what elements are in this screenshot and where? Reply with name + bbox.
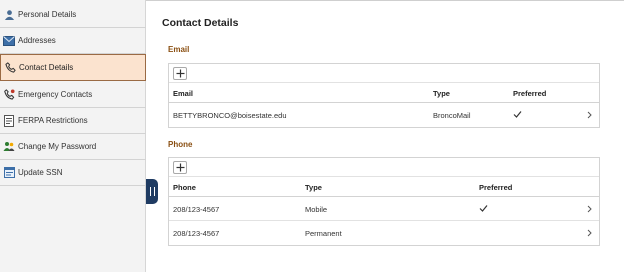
- preferred-check-icon: [513, 111, 522, 118]
- phone-icon: [4, 62, 16, 74]
- email-header-row: Email Type Preferred: [169, 83, 599, 103]
- envelope-icon: [3, 35, 15, 47]
- email-grid: Email Type Preferred BETTYBRONCO@boisest…: [168, 63, 600, 128]
- sidebar-item-change-my-password[interactable]: Change My Password: [0, 134, 146, 160]
- page-title: Contact Details: [162, 17, 239, 29]
- phone-grid: Phone Type Preferred 208/123-4567 Mobile…: [168, 157, 600, 246]
- sidebar-item-label: Change My Password: [18, 142, 97, 151]
- phone-row[interactable]: 208/123-4567 Permanent: [169, 221, 599, 245]
- document-icon: [3, 114, 15, 127]
- sidebar-collapse-button[interactable]: [146, 179, 158, 204]
- phone-row[interactable]: 208/123-4567 Mobile: [169, 197, 599, 221]
- sidebar-item-label: FERPA Restrictions: [18, 116, 88, 125]
- chevron-right-icon: [587, 205, 592, 213]
- sidebar-item-ferpa-restrictions[interactable]: FERPA Restrictions: [0, 108, 146, 134]
- type-column-header: Type: [433, 89, 450, 98]
- form-icon: [3, 167, 15, 179]
- sidebar: Personal Details Addresses Contact Detai…: [0, 0, 146, 272]
- sidebar-item-update-ssn[interactable]: Update SSN: [0, 160, 146, 186]
- collapse-handle-icon: [149, 187, 155, 196]
- add-phone-button[interactable]: [173, 161, 187, 174]
- preferred-check-icon: [479, 205, 488, 212]
- phone-number: 208/123-4567: [173, 229, 220, 238]
- sidebar-item-personal-details[interactable]: Personal Details: [0, 2, 146, 28]
- preferred-column-header: Preferred: [513, 89, 547, 98]
- phone-header-row: Phone Type Preferred: [169, 177, 599, 197]
- type-column-header: Type: [305, 183, 322, 192]
- sidebar-item-emergency-contacts[interactable]: Emergency Contacts: [0, 82, 146, 108]
- phone-toolbar: [169, 158, 599, 177]
- top-divider: [146, 0, 624, 1]
- chevron-right-icon: [587, 111, 592, 119]
- sidebar-item-label: Personal Details: [18, 10, 77, 19]
- email-column-header: Email: [173, 89, 194, 98]
- phone-type: Permanent: [305, 229, 342, 238]
- people-icon: [3, 141, 15, 153]
- sidebar-item-addresses[interactable]: Addresses: [0, 28, 146, 54]
- phone-column-header: Phone: [173, 183, 196, 192]
- phone-section-title: Phone: [168, 140, 193, 149]
- preferred-column-header: Preferred: [479, 183, 513, 192]
- sidebar-item-label: Update SSN: [18, 168, 63, 177]
- email-section-title: Email: [168, 45, 190, 54]
- plus-icon: [176, 163, 184, 172]
- email-address: BETTYBRONCO@boisestate.edu: [173, 111, 287, 120]
- sidebar-item-label: Contact Details: [19, 63, 74, 72]
- sidebar-item-label: Emergency Contacts: [18, 90, 93, 99]
- sidebar-item-contact-details[interactable]: Contact Details: [0, 54, 146, 81]
- emergency-phone-icon: [3, 89, 15, 101]
- phone-number: 208/123-4567: [173, 205, 220, 214]
- sidebar-item-label: Addresses: [18, 36, 56, 45]
- email-toolbar: [169, 64, 599, 83]
- email-type: BroncoMail: [433, 111, 471, 120]
- add-email-button[interactable]: [173, 67, 187, 80]
- email-row[interactable]: BETTYBRONCO@boisestate.edu BroncoMail: [169, 103, 599, 127]
- person-icon: [3, 9, 15, 21]
- plus-icon: [176, 69, 184, 78]
- chevron-right-icon: [587, 229, 592, 237]
- phone-type: Mobile: [305, 205, 328, 214]
